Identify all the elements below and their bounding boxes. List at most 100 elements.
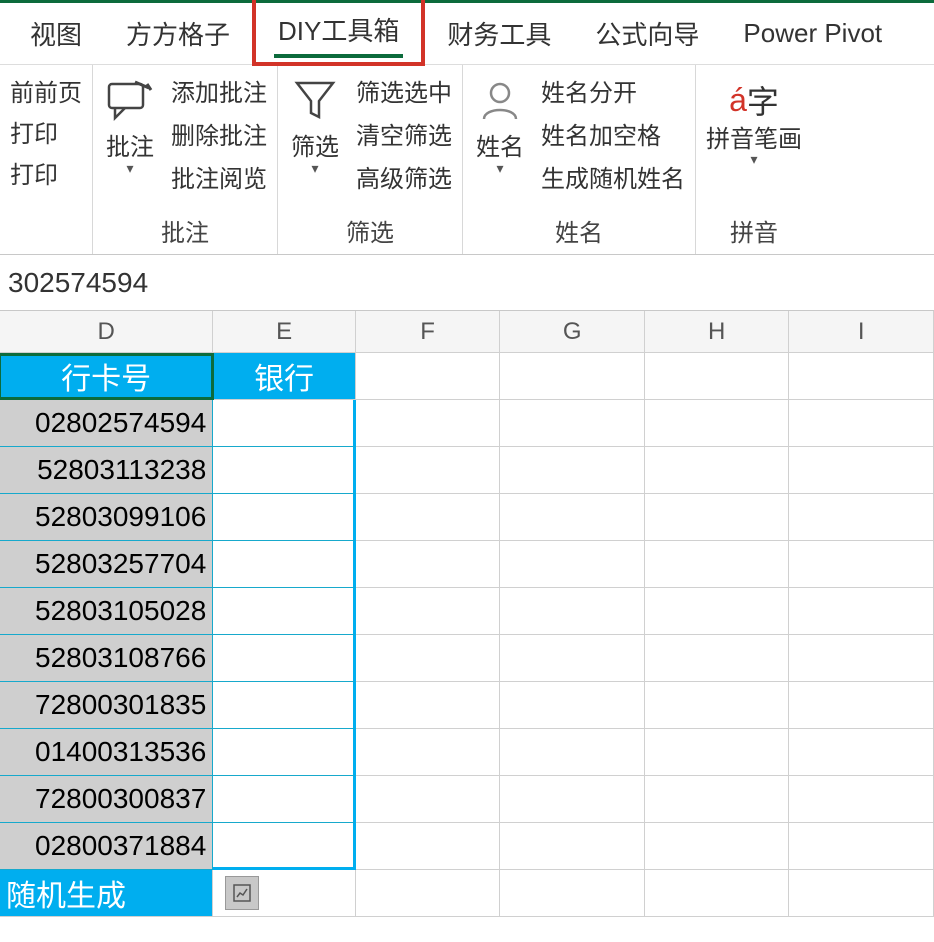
cell[interactable] (500, 682, 645, 729)
cell[interactable] (356, 635, 501, 682)
cell-data[interactable]: 02800371884 (0, 823, 213, 870)
cell[interactable] (500, 494, 645, 541)
spreadsheet-grid[interactable]: D E F G H I 行卡号 银行 02802574594 528031132… (0, 311, 934, 917)
btn-clear-filter[interactable]: 清空筛选 (356, 116, 452, 151)
footer-random-gen[interactable]: 随机生成 (0, 870, 213, 917)
cell[interactable] (213, 494, 356, 541)
header-bank[interactable]: 银行 (213, 353, 356, 400)
btn-gen-name[interactable]: 生成随机姓名 (541, 159, 685, 194)
col-header-F[interactable]: F (356, 311, 501, 353)
cell[interactable] (356, 870, 501, 917)
col-header-G[interactable]: G (500, 311, 645, 353)
cell-data[interactable]: 52803257704 (0, 541, 213, 588)
cell[interactable] (213, 635, 356, 682)
btn-space-name[interactable]: 姓名加空格 (541, 116, 685, 151)
cell[interactable] (213, 729, 356, 776)
annotate-button[interactable]: 批注 ▾ (103, 73, 157, 177)
col-header-D[interactable]: D (0, 311, 213, 353)
cell-data[interactable]: 52803105028 (0, 588, 213, 635)
cell[interactable] (356, 823, 501, 870)
cell[interactable] (356, 682, 501, 729)
cell[interactable] (789, 682, 934, 729)
tab-formula[interactable]: 公式向导 (573, 7, 721, 60)
header-card[interactable]: 行卡号 (0, 353, 213, 400)
cell[interactable] (500, 823, 645, 870)
cell[interactable] (645, 494, 790, 541)
btn-print2[interactable]: 打印 (10, 155, 82, 190)
cell-data[interactable]: 01400313536 (0, 729, 213, 776)
cell[interactable] (213, 776, 356, 823)
cell[interactable] (213, 400, 356, 447)
cell[interactable] (500, 729, 645, 776)
cell[interactable] (500, 870, 645, 917)
cell[interactable] (500, 353, 645, 400)
btn-review-comment[interactable]: 批注阅览 (171, 159, 267, 194)
btn-split-name[interactable]: 姓名分开 (541, 73, 685, 108)
tab-fangfang[interactable]: 方方格子 (104, 7, 252, 60)
cell[interactable] (789, 729, 934, 776)
tab-powerpivot[interactable]: Power Pivot (721, 10, 904, 57)
cell[interactable] (356, 400, 501, 447)
cell[interactable] (789, 400, 934, 447)
formula-bar[interactable]: 302574594 (0, 255, 934, 311)
cell-data[interactable]: 02802574594 (0, 400, 213, 447)
cell[interactable] (789, 447, 934, 494)
cell[interactable] (789, 494, 934, 541)
cell[interactable] (645, 729, 790, 776)
btn-filter-selected[interactable]: 筛选选中 (356, 73, 452, 108)
btn-add-comment[interactable]: 添加批注 (171, 73, 267, 108)
btn-adv-filter[interactable]: 高级筛选 (356, 159, 452, 194)
cell[interactable] (500, 541, 645, 588)
cell-data[interactable]: 52803108766 (0, 635, 213, 682)
tab-finance[interactable]: 财务工具 (425, 7, 573, 60)
cell[interactable] (356, 353, 501, 400)
cell[interactable] (356, 729, 501, 776)
cell[interactable] (213, 541, 356, 588)
cell[interactable] (500, 400, 645, 447)
quick-analysis-icon[interactable] (225, 876, 259, 910)
cell[interactable] (213, 823, 356, 870)
cell[interactable] (789, 588, 934, 635)
name-button[interactable]: 姓名 ▾ (473, 73, 527, 177)
cell[interactable] (645, 588, 790, 635)
cell[interactable] (213, 588, 356, 635)
cell[interactable] (645, 353, 790, 400)
cell-data[interactable]: 72800300837 (0, 776, 213, 823)
cell[interactable] (356, 494, 501, 541)
cell[interactable] (500, 447, 645, 494)
cell-data[interactable]: 52803113238 (0, 447, 213, 494)
cell[interactable] (789, 776, 934, 823)
cell[interactable] (500, 635, 645, 682)
cell[interactable] (500, 776, 645, 823)
cell[interactable] (213, 682, 356, 729)
cell[interactable] (789, 823, 934, 870)
cell[interactable] (213, 447, 356, 494)
cell[interactable] (645, 541, 790, 588)
col-header-I[interactable]: I (789, 311, 934, 353)
cell[interactable] (500, 588, 645, 635)
cell[interactable] (645, 776, 790, 823)
cell[interactable] (356, 588, 501, 635)
cell-data[interactable]: 52803099106 (0, 494, 213, 541)
cell[interactable] (789, 541, 934, 588)
cell[interactable] (356, 541, 501, 588)
cell[interactable] (645, 635, 790, 682)
cell[interactable] (645, 870, 790, 917)
cell-data[interactable]: 72800301835 (0, 682, 213, 729)
cell[interactable] (356, 447, 501, 494)
btn-print1[interactable]: 打印 (10, 114, 82, 149)
pinyin-button[interactable]: á字 拼音笔画 ▾ (706, 73, 802, 168)
cell[interactable] (645, 682, 790, 729)
cell[interactable] (645, 400, 790, 447)
cell[interactable] (645, 823, 790, 870)
cell[interactable] (789, 635, 934, 682)
tab-diy[interactable]: DIY工具箱 (252, 0, 425, 66)
btn-del-comment[interactable]: 删除批注 (171, 116, 267, 151)
filter-button[interactable]: 筛选 ▾ (288, 73, 342, 177)
btn-prevpage[interactable]: 前前页 (10, 73, 82, 108)
cell[interactable] (789, 870, 934, 917)
col-header-H[interactable]: H (645, 311, 790, 353)
tab-view[interactable]: 视图 (8, 7, 104, 60)
cell[interactable] (789, 353, 934, 400)
cell[interactable] (213, 870, 356, 917)
